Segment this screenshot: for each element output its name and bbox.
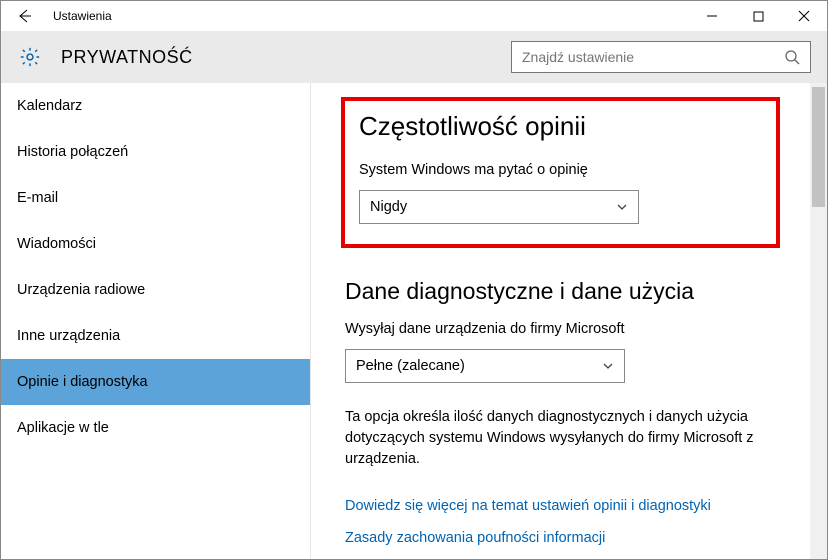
back-button[interactable] [1, 1, 47, 31]
window-title: Ustawienia [53, 9, 689, 23]
sidebar: Kalendarz Historia połączeń E-mail Wiado… [1, 83, 311, 559]
gear-icon [17, 44, 43, 70]
search-box[interactable] [511, 41, 811, 73]
sidebar-item-messages[interactable]: Wiadomości [1, 221, 310, 267]
scrollbar-thumb[interactable] [812, 87, 825, 207]
sidebar-item-label: Historia połączeń [17, 144, 128, 160]
sidebar-item-call-history[interactable]: Historia połączeń [1, 129, 310, 175]
sidebar-item-email[interactable]: E-mail [1, 175, 310, 221]
search-icon [784, 49, 800, 65]
body: Kalendarz Historia połączeń E-mail Wiado… [1, 83, 827, 559]
diagnostics-description: Ta opcja określa ilość danych diagnostyc… [345, 407, 776, 470]
learn-more-link[interactable]: Dowiedz się więcej na temat ustawień opi… [345, 498, 776, 514]
category-title: PRYWATNOŚĆ [61, 47, 511, 68]
diagnostics-level-select[interactable]: Pełne (zalecane) [345, 349, 625, 383]
close-icon [798, 10, 810, 22]
select-value: Nigdy [370, 199, 407, 215]
vertical-scrollbar[interactable] [810, 83, 827, 559]
sidebar-item-calendar[interactable]: Kalendarz [1, 83, 310, 129]
minimize-icon [706, 10, 718, 22]
search-input[interactable] [522, 49, 784, 65]
close-button[interactable] [781, 1, 827, 31]
sidebar-item-label: Kalendarz [17, 98, 82, 114]
maximize-icon [753, 11, 764, 22]
settings-window: Ustawienia PRYWATNOŚĆ Kalendarz Historia… [0, 0, 828, 560]
feedback-label: System Windows ma pytać o opinię [359, 162, 762, 178]
window-controls [689, 1, 827, 31]
header-band: PRYWATNOŚĆ [1, 31, 827, 83]
feedback-frequency-select[interactable]: Nigdy [359, 190, 639, 224]
maximize-button[interactable] [735, 1, 781, 31]
sidebar-item-label: Inne urządzenia [17, 328, 120, 344]
content-scroll: Częstotliwość opinii System Windows ma p… [311, 83, 810, 559]
diagnostics-label: Wysyłaj dane urządzenia do firmy Microso… [345, 321, 776, 337]
sidebar-item-label: Wiadomości [17, 236, 96, 252]
sidebar-item-label: Opinie i diagnostyka [17, 374, 148, 390]
arrow-left-icon [15, 7, 33, 25]
privacy-policy-link[interactable]: Zasady zachowania poufności informacji [345, 530, 776, 546]
sidebar-item-other-devices[interactable]: Inne urządzenia [1, 313, 310, 359]
content-pane: Częstotliwość opinii System Windows ma p… [311, 83, 827, 559]
minimize-button[interactable] [689, 1, 735, 31]
highlight-frame: Częstotliwość opinii System Windows ma p… [341, 97, 780, 248]
sidebar-item-label: E-mail [17, 190, 58, 206]
diagnostics-heading: Dane diagnostyczne i dane użycia [345, 278, 776, 305]
sidebar-item-feedback-diagnostics[interactable]: Opinie i diagnostyka [1, 359, 310, 405]
sidebar-item-radios[interactable]: Urządzenia radiowe [1, 267, 310, 313]
title-bar: Ustawienia [1, 1, 827, 31]
chevron-down-icon [616, 201, 628, 213]
sidebar-item-label: Aplikacje w tle [17, 420, 109, 436]
select-value: Pełne (zalecane) [356, 358, 465, 374]
sidebar-item-background-apps[interactable]: Aplikacje w tle [1, 405, 310, 451]
feedback-heading: Częstotliwość opinii [359, 111, 762, 142]
sidebar-item-label: Urządzenia radiowe [17, 282, 145, 298]
chevron-down-icon [602, 360, 614, 372]
